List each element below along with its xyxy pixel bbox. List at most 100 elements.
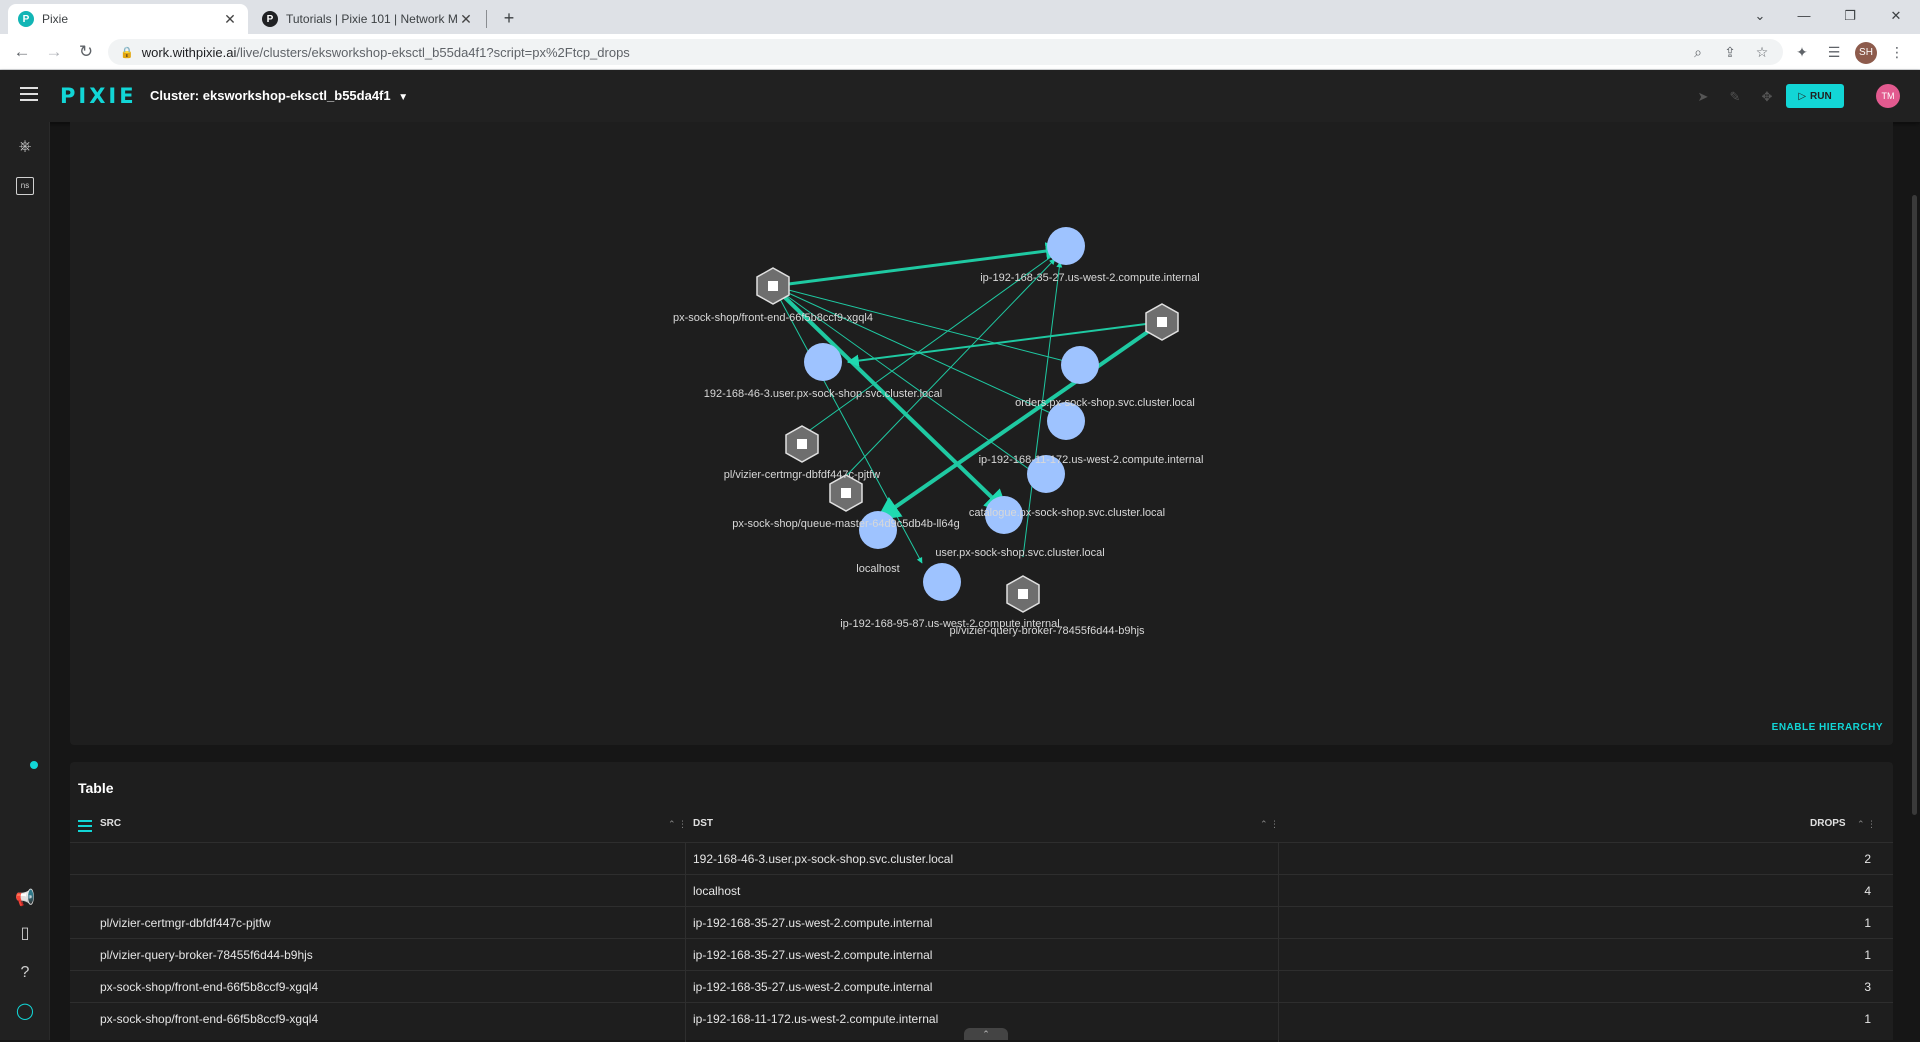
url-host: work.withpixie.ai bbox=[141, 44, 237, 60]
pixie-favicon-icon: P bbox=[262, 11, 278, 27]
browser-tab-tutorials[interactable]: P Tutorials | Pixie 101 | Network M ✕ bbox=[252, 4, 484, 34]
namespace-icon[interactable]: ns bbox=[16, 177, 34, 195]
sort-icon[interactable]: ⌃ ⋮ bbox=[668, 819, 687, 830]
cube-icon bbox=[841, 488, 851, 498]
graph-node-label: user.px-sock-shop.svc.cluster.local bbox=[935, 547, 1104, 559]
back-icon[interactable]: ← bbox=[10, 40, 34, 64]
run-button[interactable]: ▷ RUN bbox=[1786, 84, 1844, 108]
cell-drops: 4 bbox=[1864, 884, 1871, 898]
table-row[interactable]: localhost 4 bbox=[70, 874, 1893, 906]
cell-drops: 3 bbox=[1864, 980, 1871, 994]
table-row[interactable]: px-sock-shop/front-end-66f5b8ccf9-xgql4 … bbox=[70, 970, 1893, 1002]
cell-drops: 1 bbox=[1864, 916, 1871, 930]
edit-icon[interactable]: ✎ bbox=[1726, 88, 1744, 106]
url-path: /live/clusters/eksworkshop-eksctl_b55da4… bbox=[236, 44, 630, 60]
move-icon[interactable]: ✥ bbox=[1758, 88, 1776, 106]
cell-drops: 2 bbox=[1864, 852, 1871, 866]
cell-dst: ip-192-168-35-27.us-west-2.compute.inter… bbox=[693, 916, 933, 930]
sort-icon[interactable]: ⌃ ⋮ bbox=[1260, 819, 1279, 830]
left-rail: ⎈ ns 📢 ▯ ? ◯ bbox=[0, 122, 50, 1040]
graph-node-label: ip-192-168-11-172.us-west-2.compute.inte… bbox=[979, 454, 1204, 466]
cell-src: px-sock-shop/front-end-66f5b8ccf9-xgql4 bbox=[100, 980, 319, 994]
table-row[interactable]: pl/vizier-query-broker-78455f6d44-b9hjs … bbox=[70, 938, 1893, 970]
app-header: PIXIE Cluster: eksworkshop-eksctl_b55da4… bbox=[0, 70, 1920, 122]
new-tab-icon[interactable]: + bbox=[496, 6, 522, 30]
status-ring-icon[interactable]: ◯ bbox=[14, 1001, 36, 1023]
pixie-favicon-icon: P bbox=[18, 11, 34, 27]
kubernetes-icon[interactable]: ⎈ bbox=[14, 136, 36, 158]
help-icon[interactable]: ? bbox=[14, 962, 36, 984]
cell-dst: ip-192-168-35-27.us-west-2.compute.inter… bbox=[693, 980, 933, 994]
extensions-icon[interactable]: ✦ bbox=[1791, 41, 1813, 63]
user-avatar[interactable]: TM bbox=[1876, 84, 1900, 108]
browser-toolbar: ← → ↻ 🔒 work.withpixie.ai/live/clusters/… bbox=[0, 34, 1920, 70]
announcement-icon[interactable]: 📢 bbox=[14, 888, 36, 910]
column-menu-icon[interactable] bbox=[78, 820, 92, 832]
graph-node-label: ip-192-168-35-27.us-west-2.compute.inter… bbox=[980, 272, 1200, 284]
pixie-logo[interactable]: PIXIE bbox=[60, 84, 137, 108]
cluster-name: eksworkshop-eksctl_b55da4f1 bbox=[202, 88, 391, 103]
bookmark-star-icon[interactable]: ☆ bbox=[1751, 41, 1773, 63]
graph-node-label: localhost bbox=[856, 563, 899, 575]
address-bar[interactable]: 🔒 work.withpixie.ai/live/clusters/ekswor… bbox=[108, 39, 1783, 65]
column-header-drops[interactable]: DROPS bbox=[1810, 818, 1846, 834]
graph-edge bbox=[846, 258, 1056, 476]
graph-node-label: catalogue.px-sock-shop.svc.cluster.local bbox=[969, 507, 1165, 519]
graph-node-label: orders.px-sock-shop.svc.cluster.local bbox=[1015, 397, 1195, 409]
play-icon: ▷ bbox=[1798, 90, 1807, 102]
graph-node-service[interactable] bbox=[804, 343, 842, 381]
browser-tab-pixie[interactable]: P Pixie ✕ bbox=[8, 4, 248, 34]
caret-down-icon: ▼ bbox=[398, 92, 409, 103]
graph-node-service[interactable] bbox=[1061, 346, 1099, 384]
cell-dst: localhost bbox=[693, 884, 741, 898]
tab-divider bbox=[486, 10, 487, 28]
graph-node-label: 192-168-46-3.user.px-sock-shop.svc.clust… bbox=[704, 388, 942, 400]
graph-node-label: pl/vizier-certmgr-dbfdf447c-pjtfw bbox=[724, 469, 881, 481]
drawer-toggle-icon[interactable]: ⌃ bbox=[964, 1028, 1008, 1040]
run-label: RUN bbox=[1810, 90, 1832, 102]
network-graph[interactable]: px-sock-shop/front-end-66f5b8ccf9-xgql4 … bbox=[70, 122, 1893, 745]
graph-edge bbox=[876, 320, 1164, 521]
enable-hierarchy-button[interactable]: ENABLE HIERARCHY bbox=[1772, 722, 1883, 733]
tab-title: Tutorials | Pixie 101 | Network M bbox=[286, 12, 458, 26]
close-window-icon[interactable]: ✕ bbox=[1876, 4, 1916, 28]
zoom-icon[interactable]: ⌕ bbox=[1687, 41, 1709, 63]
cluster-label: Cluster: bbox=[150, 88, 200, 103]
cell-dst: ip-192-168-35-27.us-west-2.compute.inter… bbox=[693, 948, 933, 962]
share-arrow-icon[interactable]: ➤ bbox=[1694, 88, 1712, 106]
docs-icon[interactable]: ▯ bbox=[14, 923, 36, 945]
browser-tabstrip: P Pixie ✕ P Tutorials | Pixie 101 | Netw… bbox=[0, 0, 1920, 34]
table-title: Table bbox=[78, 780, 114, 796]
column-header-src[interactable]: SRC bbox=[100, 818, 121, 834]
vertical-scrollbar[interactable] bbox=[1912, 195, 1917, 815]
minimize-icon[interactable]: — bbox=[1784, 4, 1824, 28]
cube-icon bbox=[797, 439, 807, 449]
graph-node-service[interactable] bbox=[859, 511, 897, 549]
menu-icon[interactable] bbox=[20, 87, 38, 101]
cube-icon bbox=[1157, 317, 1167, 327]
graph-panel: px-sock-shop/front-end-66f5b8ccf9-xgql4 … bbox=[70, 122, 1893, 745]
graph-node-service[interactable] bbox=[923, 563, 961, 601]
cell-drops: 1 bbox=[1864, 1012, 1871, 1026]
table-row[interactable]: pl/vizier-certmgr-dbfdf447c-pjtfw ip-192… bbox=[70, 906, 1893, 938]
close-tab-icon[interactable]: ✕ bbox=[458, 11, 474, 28]
graph-node-label: px-sock-shop/queue-master-64d9c5db4b-ll6… bbox=[732, 518, 959, 530]
reading-list-icon[interactable]: ☰ bbox=[1823, 41, 1845, 63]
table-row[interactable]: 192-168-46-3.user.px-sock-shop.svc.clust… bbox=[70, 842, 1893, 874]
cell-drops: 1 bbox=[1864, 948, 1871, 962]
column-header-dst[interactable]: DST bbox=[693, 818, 713, 834]
cube-icon bbox=[768, 281, 778, 291]
share-icon[interactable]: ⇪ bbox=[1719, 41, 1741, 63]
cluster-selector[interactable]: Cluster: eksworkshop-eksctl_b55da4f1 ▼ bbox=[150, 88, 408, 103]
tab-search-icon[interactable]: ⌄ bbox=[1740, 4, 1780, 28]
graph-node-service[interactable] bbox=[1047, 227, 1085, 265]
close-tab-icon[interactable]: ✕ bbox=[222, 11, 238, 28]
cell-src: pl/vizier-certmgr-dbfdf447c-pjtfw bbox=[100, 916, 271, 930]
reload-icon[interactable]: ↻ bbox=[74, 40, 98, 64]
restore-icon[interactable]: ❐ bbox=[1830, 4, 1870, 28]
sort-icon[interactable]: ⌃ ⋮ bbox=[1857, 819, 1876, 830]
table-panel: Table SRC ⌃ ⋮ DST ⌃ ⋮ DROPS ⌃ ⋮ 192-168-… bbox=[70, 762, 1893, 1042]
browser-menu-icon[interactable]: ⋮ bbox=[1886, 41, 1908, 63]
profile-avatar[interactable]: SH bbox=[1855, 42, 1877, 64]
forward-icon[interactable]: → bbox=[42, 40, 66, 64]
